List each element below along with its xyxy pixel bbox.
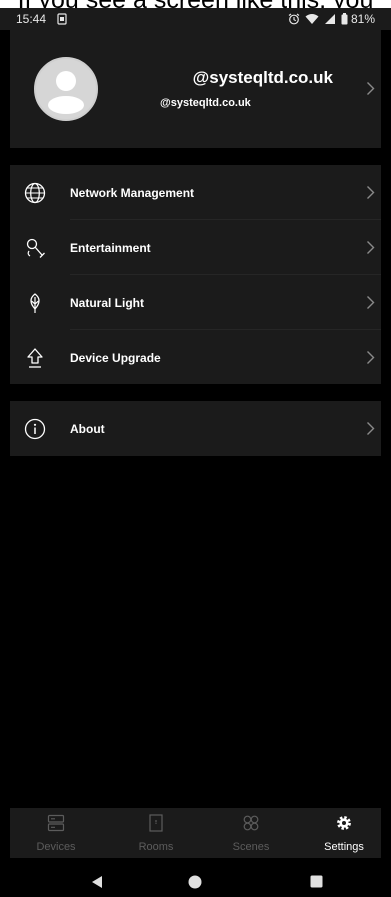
system-navigation-bar (10, 868, 381, 897)
door-icon (147, 814, 165, 832)
tab-label: Devices (36, 841, 76, 853)
scenes-icon (242, 814, 260, 832)
profile-email: @systeqltd.co.uk (160, 97, 251, 109)
about-section: About (10, 401, 381, 456)
leaf-icon (24, 292, 46, 314)
tab-label: Scenes (232, 841, 270, 853)
menu-label: Network Management (70, 186, 195, 200)
chevron-right-icon (366, 185, 375, 200)
settings-menu: Network Management Entertainment Natural… (10, 165, 381, 384)
tab-scenes[interactable]: Scenes (205, 808, 297, 858)
tab-devices[interactable]: Devices (10, 808, 102, 858)
menu-item-about[interactable]: About (10, 401, 381, 456)
microphone-icon (24, 237, 46, 259)
menu-item-device-upgrade[interactable]: Device Upgrade (10, 330, 381, 385)
status-time: 15:44 (16, 12, 47, 26)
globe-icon (24, 182, 46, 204)
battery-icon (341, 13, 348, 25)
gear-icon (335, 814, 353, 832)
chevron-right-icon (366, 350, 375, 365)
home-button[interactable] (188, 875, 202, 894)
notification-icon (57, 13, 67, 25)
home-circle-icon (188, 875, 202, 889)
avatar[interactable] (34, 57, 98, 121)
tab-settings[interactable]: Settings (298, 808, 390, 858)
chevron-right-icon (366, 81, 375, 96)
wifi-icon (305, 13, 319, 25)
upgrade-arrow-icon (24, 347, 46, 369)
devices-icon (47, 814, 65, 832)
chevron-right-icon (366, 295, 375, 310)
menu-item-entertainment[interactable]: Entertainment (10, 220, 381, 275)
signal-icon (324, 13, 336, 25)
chevron-right-icon (366, 240, 375, 255)
battery-percent: 81% (350, 12, 375, 26)
recents-button[interactable] (310, 875, 323, 893)
user-avatar-icon (48, 71, 84, 114)
menu-item-natural-light[interactable]: Natural Light (10, 275, 381, 330)
recents-square-icon (310, 875, 323, 888)
chevron-right-icon (366, 421, 375, 436)
profile-name: @systeqltd.co.uk (192, 68, 333, 87)
menu-label: Natural Light (70, 296, 144, 310)
info-icon (24, 418, 46, 440)
menu-label: Device Upgrade (70, 351, 161, 365)
back-triangle-icon (92, 876, 102, 888)
bottom-tab-bar: Devices Rooms Scenes Settings (10, 808, 381, 858)
alarm-icon (288, 13, 300, 25)
tab-label: Rooms (138, 841, 174, 853)
menu-item-network-management[interactable]: Network Management (10, 165, 381, 220)
menu-label: About (70, 422, 105, 436)
tab-label: Settings (324, 841, 364, 853)
settings-screen: @systeqltd.co.uk @systeqltd.co.uk Networ… (10, 30, 381, 868)
profile-header[interactable]: @systeqltd.co.uk @systeqltd.co.uk (10, 30, 381, 148)
back-button[interactable] (90, 875, 104, 894)
tab-rooms[interactable]: Rooms (110, 808, 202, 858)
menu-label: Entertainment (70, 241, 151, 255)
status-bar: 15:44 81% (0, 8, 391, 30)
